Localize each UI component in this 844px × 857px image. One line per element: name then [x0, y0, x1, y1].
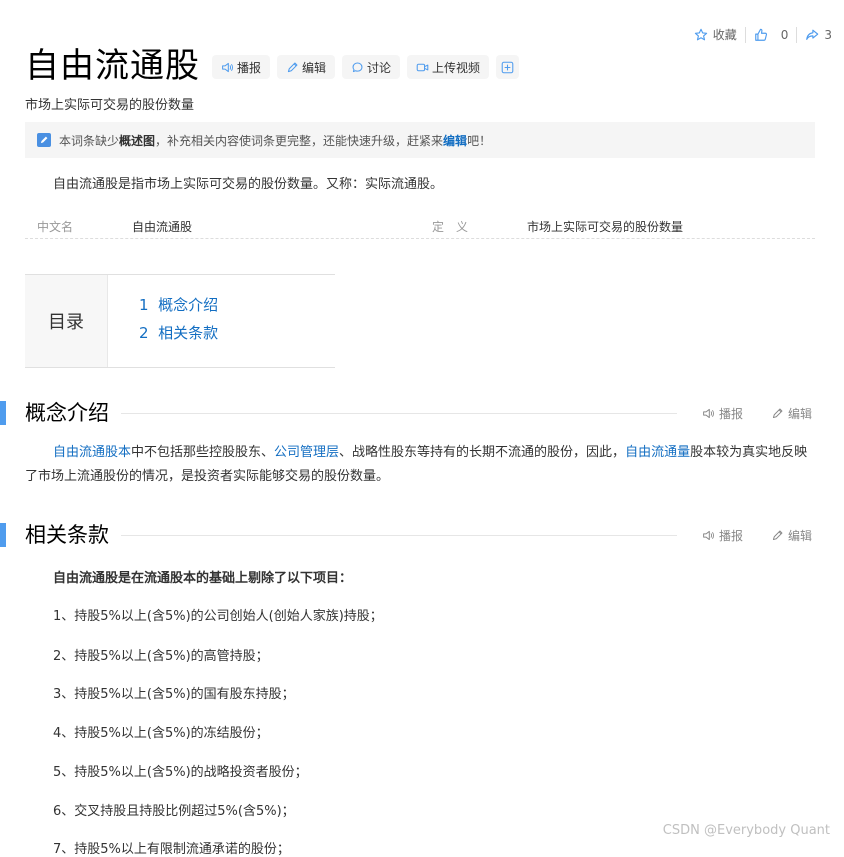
broadcast-label: 播报 — [237, 60, 262, 75]
like-button[interactable]: 0 — [754, 27, 789, 42]
page-title: 自由流通股 — [25, 46, 200, 86]
section-title: 相关条款 — [25, 523, 109, 547]
edit-button[interactable]: 编辑 — [277, 55, 336, 79]
divider — [121, 413, 677, 414]
broadcast-button[interactable]: 播报 — [212, 55, 271, 79]
section-edit-button[interactable]: 编辑 — [771, 405, 812, 422]
pencil-icon — [771, 407, 784, 420]
divider — [796, 26, 798, 43]
thumbs-up-icon — [754, 28, 768, 42]
info-key: 定 义 — [432, 220, 469, 234]
discuss-button[interactable]: 讨论 — [342, 55, 401, 79]
list-item: 6、交叉持股且持股比例超过5%(含5%)； — [53, 804, 295, 819]
speaker-icon — [221, 61, 234, 74]
top-actions: 收藏 0 3 — [694, 26, 832, 43]
section-broadcast-button[interactable]: 播报 — [702, 405, 743, 422]
section-lead: 自由流通股是在流通股本的基础上剔除了以下项目： — [53, 571, 353, 586]
pencil-icon — [286, 61, 299, 74]
toc-number: 2 — [139, 324, 149, 342]
paragraph-text: 中不包括那些控股股东、 — [131, 445, 275, 460]
notice-text: 吧！ — [467, 133, 492, 148]
section-header: 概念介绍 播报 编辑 — [0, 399, 844, 427]
info-value: 市场上实际可交易的股份数量 — [527, 220, 684, 234]
list-item: 5、持股5%以上(含5%)的战略投资者股份； — [53, 765, 308, 780]
toc-number: 1 — [139, 296, 149, 314]
broadcast-label: 播报 — [719, 407, 744, 421]
speaker-icon — [702, 529, 715, 542]
upload-video-button[interactable]: 上传视频 — [407, 55, 490, 79]
edit-label: 编辑 — [788, 407, 813, 421]
paragraph-text: 、战略性股东等持有的长期不流通的股份，因此， — [339, 445, 626, 460]
favorite-button[interactable]: 收藏 — [694, 26, 737, 43]
section-header: 相关条款 播报 编辑 — [0, 521, 844, 549]
star-icon — [694, 28, 708, 42]
list-item: 3、持股5%以上(含5%)的国有股东持股； — [53, 687, 295, 702]
favorite-label: 收藏 — [712, 28, 737, 42]
info-value: 自由流通股 — [132, 220, 193, 234]
basic-info: 中文名 自由流通股 定 义 市场上实际可交易的股份数量 — [25, 211, 815, 239]
speaker-icon — [702, 407, 715, 420]
section-edit-button[interactable]: 编辑 — [771, 527, 812, 544]
section-accent-bar — [0, 401, 6, 425]
intro-text: 自由流通股是指市场上实际可交易的股份数量。又称：实际流通股。 — [53, 177, 444, 192]
table-of-contents: 目录 1 概念介绍 2 相关条款 — [25, 274, 335, 368]
chat-icon — [351, 61, 364, 74]
toc-text: 概念介绍 — [158, 296, 219, 314]
title-row: 自由流通股 播报 编辑 讨论 上传视频 — [25, 43, 520, 89]
divider — [121, 535, 677, 536]
toc-item[interactable]: 2 相关条款 — [139, 322, 218, 343]
section-accent-bar — [0, 523, 6, 547]
toc-item[interactable]: 1 概念介绍 — [139, 294, 218, 315]
section-title: 概念介绍 — [25, 401, 109, 425]
share-count: 3 — [824, 27, 832, 42]
section-paragraph: 自由流通股本中不包括那些控股股东、公司管理层、战略性股东等持有的长期不流通的股份… — [25, 441, 815, 489]
notice-text: ，补充相关内容使词条更完整，还能快速升级，赶紧来 — [155, 133, 444, 148]
list-item: 7、持股5%以上有限制流通承诺的股份； — [53, 842, 290, 857]
edit-label: 编辑 — [788, 529, 813, 543]
broadcast-label: 播报 — [719, 529, 744, 543]
like-count: 0 — [780, 27, 789, 42]
list-item: 1、持股5%以上(含5%)的公司创始人(创始人家族)持股； — [53, 609, 383, 624]
toc-label: 目录 — [25, 275, 108, 367]
notice-text: 本词条缺少 — [59, 133, 120, 148]
inline-link[interactable]: 公司管理层 — [274, 445, 339, 460]
section-broadcast-button[interactable]: 播报 — [702, 527, 743, 544]
edit-label: 编辑 — [302, 60, 327, 75]
discuss-label: 讨论 — [367, 60, 392, 75]
toc-text: 相关条款 — [158, 324, 219, 342]
notice-banner: 本词条缺少 概述图 ，补充相关内容使词条更完整，还能快速升级，赶紧来 编辑 吧！ — [25, 122, 815, 158]
plus-icon — [501, 61, 514, 74]
notice-edit-link[interactable]: 编辑 — [443, 132, 467, 149]
divider — [744, 26, 746, 43]
share-button[interactable]: 3 — [805, 28, 832, 42]
pencil-icon — [771, 529, 784, 542]
add-button[interactable] — [496, 55, 520, 79]
share-icon — [805, 28, 819, 42]
inline-link[interactable]: 自由流通股本 — [53, 445, 131, 460]
info-key: 中文名 — [37, 220, 74, 234]
notice-bold: 概述图 — [119, 133, 156, 148]
page-subtitle: 市场上实际可交易的股份数量 — [25, 98, 195, 113]
list-item: 4、持股5%以上(含5%)的冻结股份； — [53, 726, 269, 741]
pencil-icon — [37, 133, 51, 147]
list-item: 2、持股5%以上(含5%)的高管持股； — [53, 649, 269, 664]
watermark: CSDN @Everybody Quant — [662, 823, 830, 838]
inline-link[interactable]: 自由流通量 — [625, 445, 690, 460]
video-icon — [416, 61, 429, 74]
title-buttons: 播报 编辑 讨论 上传视频 — [212, 55, 520, 79]
upload-video-label: 上传视频 — [432, 60, 481, 75]
